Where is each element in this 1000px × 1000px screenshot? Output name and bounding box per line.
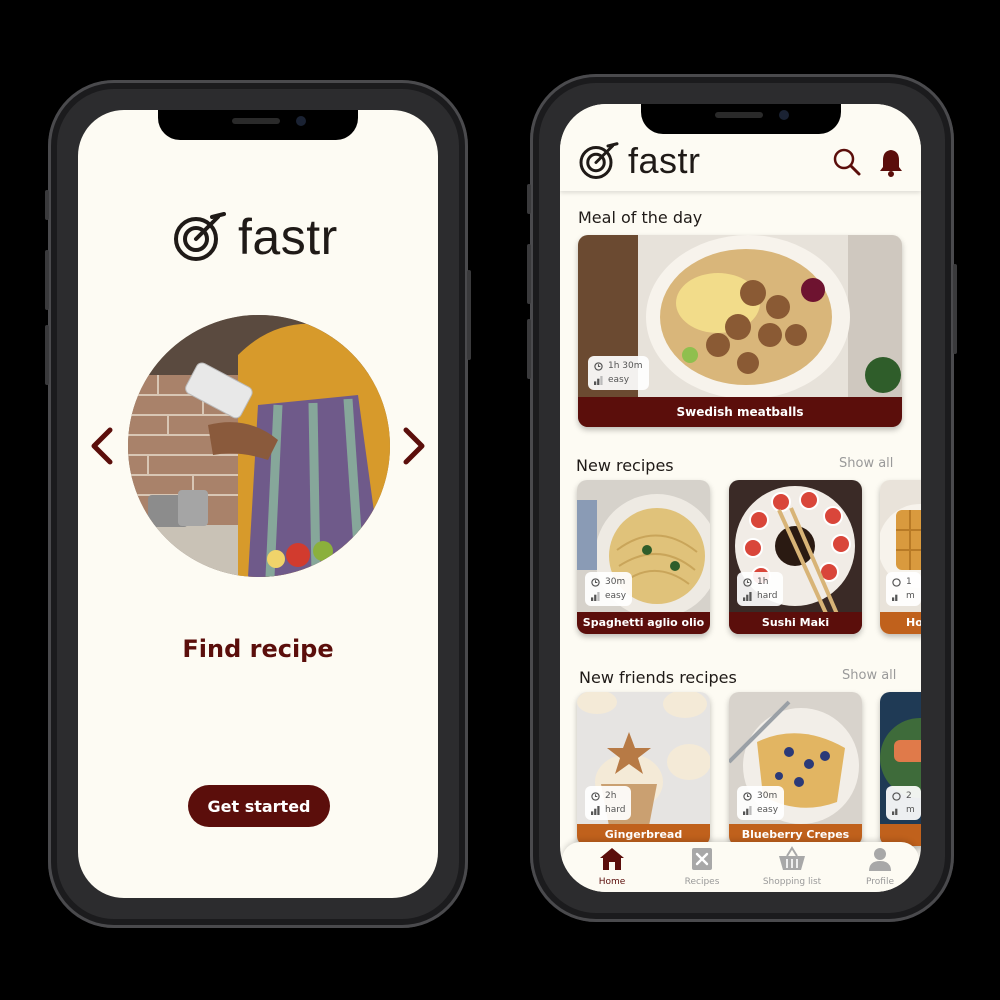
recipe-card-sushi[interactable]: 1h hard Sushi Maki [729,480,862,634]
salmon-salad-image [880,692,921,846]
meal-of-day-name: Swedish meatballs [578,397,902,427]
friends-recipes-title: New friends recipes [579,668,737,687]
recipe-time: 2 [906,791,912,801]
onboarding-title: Find recipe [182,635,334,663]
recipe-difficulty: m [906,805,915,815]
volume-up-button [45,250,49,310]
cupcakes-image [577,692,710,846]
recipe-name: Ho [880,612,921,634]
clock-icon [743,577,752,587]
notch [158,110,358,140]
clock-icon [743,791,752,801]
logo-icon [174,212,226,261]
tab-profile[interactable]: Profile [840,846,920,892]
bottom-tab-bar: Home Recipes Shopping list Profile [562,842,919,892]
new-recipes-show-all-link[interactable]: Show all [839,456,893,471]
difficulty-icon [591,591,600,601]
crepes-image [729,692,862,846]
home-icon [600,848,624,870]
get-started-button[interactable]: Get started [188,785,330,827]
waffles-image [880,480,921,634]
app-logo: fastr [578,140,701,182]
recipe-card-spaghetti[interactable]: 30m easy Spaghetti aglio olio [577,480,710,634]
recipe-meta: 1 m [886,572,921,606]
recipe-difficulty: easy [605,591,627,601]
chevron-left-icon[interactable] [88,426,118,466]
clock-icon [591,791,600,801]
meal-of-day-title: Meal of the day [578,208,703,227]
logo-wordmark: fastr [238,209,338,265]
recipe-time: 30m [757,791,778,801]
onboarding-screen: fastr Find recipe Get started [78,110,438,898]
logo-icon [579,142,619,179]
logo-wordmark: fastr [628,140,701,181]
clock-icon [594,361,603,371]
recipes-icon [692,848,712,870]
power-button [953,264,957,354]
tab-recipes-label: Recipes [684,877,720,887]
recipe-name: Sushi Maki [729,612,862,634]
difficulty-icon [892,594,898,601]
phone-home: fastr Meal of the day 1h 30m easy Swedis… [527,74,957,922]
difficulty-icon [743,591,752,601]
volume-down-button [45,325,49,385]
tab-home[interactable]: Home [572,846,652,892]
friends-card-salmon[interactable]: 2 m [880,692,921,846]
profile-icon [869,848,891,871]
power-button [467,270,471,360]
recipe-meta: 2 m [886,786,921,820]
recipe-difficulty: easy [757,805,779,815]
clock-icon [892,577,901,587]
recipe-card-waffles[interactable]: 1 m Ho [880,480,921,634]
phone-onboarding: fastr Find recipe Get started [45,80,471,928]
friends-card-crepes[interactable]: 30m easy Blueberry Crepes [729,692,862,846]
mute-switch [45,190,49,220]
tab-home-label: Home [598,877,626,887]
friends-card-cupcakes[interactable]: 2h hard Gingerbread cupcakes [577,692,710,846]
difficulty-icon [892,808,898,815]
tab-shopping-list-label: Shopping list [762,877,822,887]
recipe-meta: 30m easy [585,572,633,606]
meal-of-day-time: 1h 30m [608,361,643,371]
sushi-image [729,480,862,634]
volume-down-button [527,319,531,379]
notch [640,104,841,134]
clock-icon [591,577,600,587]
clock-icon [892,791,901,801]
recipe-time: 2h [605,791,617,801]
friends-recipes-show-all-link[interactable]: Show all [842,668,896,683]
difficulty-icon [743,805,752,815]
recipe-meta: 2h hard [585,786,632,820]
meal-of-day-meta: 1h 30m easy [588,356,649,390]
recipe-name: Spaghetti aglio olio [577,612,710,634]
recipe-time: 1h [757,577,769,587]
chevron-right-icon[interactable] [398,426,428,466]
spaghetti-image [577,480,710,634]
recipe-time: 1 [906,577,912,587]
tab-shopping-list[interactable]: Shopping list [752,846,832,892]
difficulty-icon [594,375,603,385]
new-recipes-title: New recipes [576,456,674,475]
app-logo: fastr [172,208,338,266]
recipe-difficulty: hard [605,805,626,815]
basket-icon [779,846,805,870]
recipe-meta: 1h hard [737,572,784,606]
tab-recipes[interactable]: Recipes [662,846,742,892]
difficulty-icon [591,805,600,815]
mute-switch [527,184,531,214]
volume-up-button [527,244,531,304]
tab-profile-label: Profile [866,877,894,887]
meal-of-day-difficulty: easy [608,375,630,385]
recipe-meta: 30m easy [737,786,785,820]
recipe-time: 30m [605,577,626,587]
recipe-difficulty: hard [757,591,778,601]
bell-icon[interactable] [876,147,906,177]
meal-of-day-card[interactable]: 1h 30m easy Swedish meatballs [578,235,902,427]
recipe-difficulty: m [906,591,915,601]
hero-image [128,315,390,577]
home-screen: fastr Meal of the day 1h 30m easy Swedis… [560,104,921,892]
search-icon[interactable] [832,147,862,177]
